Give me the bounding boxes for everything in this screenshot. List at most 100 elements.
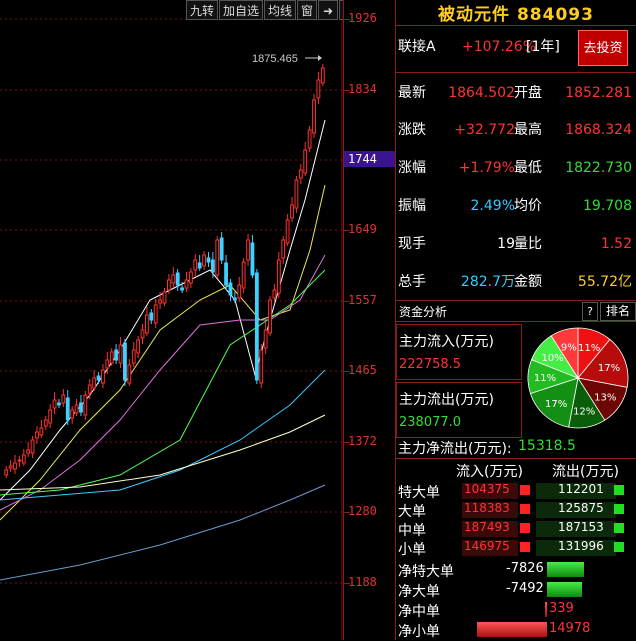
main-inflow-value: 222758.5 <box>399 357 462 372</box>
candle <box>224 262 228 286</box>
net-flow-bar <box>547 562 584 577</box>
candle <box>26 449 31 454</box>
toolbar-collapse-icon[interactable]: ➜ <box>318 0 339 20</box>
main-outflow-label: 主力流出(万元) <box>399 392 494 408</box>
rank-button[interactable]: 排名 <box>600 302 636 321</box>
net-flow-value: -7492 <box>506 581 544 596</box>
candle <box>109 351 114 364</box>
flow-out-marker <box>614 504 624 514</box>
flow-type: 小单 <box>398 542 426 558</box>
candle <box>259 349 264 384</box>
net-flow-bar <box>545 602 547 617</box>
flow-out-header: 流出(万元) <box>552 464 619 480</box>
quote-value: +32.772 <box>454 122 515 138</box>
candle <box>316 79 321 99</box>
flow-out-marker <box>614 523 624 533</box>
candle <box>254 272 259 381</box>
invest-button[interactable]: 去投资 <box>578 30 628 66</box>
candle <box>101 369 105 384</box>
candle <box>35 431 39 439</box>
pie-slice-label: 13% <box>594 393 616 404</box>
axis-label: 1372 <box>348 434 377 448</box>
ma-line <box>0 484 326 581</box>
candle <box>65 397 70 421</box>
index-title: 被动元件 884093 <box>438 5 594 25</box>
main-outflow-box: 主力流出(万元) 238077.0 <box>396 382 522 438</box>
flow-in-value: 104375 <box>464 482 510 496</box>
flow-in-value: 118383 <box>464 501 510 515</box>
quote-value: 19 <box>497 236 515 252</box>
net-flow-value: 339 <box>549 601 574 616</box>
candle <box>294 179 299 209</box>
candle <box>320 67 325 84</box>
candle <box>158 299 163 304</box>
quote-value: 1864.502 <box>448 85 515 101</box>
pie-slice-label: 17% <box>598 363 620 374</box>
net-flow-row: 净特大单 -7826 <box>396 560 636 580</box>
candle <box>281 239 286 259</box>
flow-out-value: 125875 <box>558 501 604 515</box>
flow-type: 中单 <box>398 523 426 539</box>
candle <box>70 409 75 419</box>
toolbar-window-button[interactable]: 窗 <box>297 0 318 20</box>
ma-line <box>0 369 326 501</box>
ma-line <box>0 119 326 501</box>
net-flow-type: 净中单 <box>398 604 440 620</box>
quote-key: 量比 <box>514 236 542 252</box>
candle <box>276 259 281 294</box>
kline-chart[interactable]: 1875.465 <box>0 0 343 640</box>
axis-label: 1834 <box>348 82 377 96</box>
candle <box>228 282 233 296</box>
candle <box>272 289 277 299</box>
candle <box>127 364 132 384</box>
quote-value: 1868.324 <box>565 122 632 138</box>
candle <box>21 454 26 464</box>
candle <box>232 297 237 301</box>
peak-price-label: 1875.465 <box>252 53 298 65</box>
main-inflow-label: 主力流入(万元) <box>399 334 494 350</box>
candle <box>162 291 167 304</box>
flow-table-header: 流入(万元) 流出(万元) <box>396 460 636 480</box>
net-flow-value: 14978 <box>549 621 591 636</box>
flow-row: 小单 146975 131996 <box>396 539 636 558</box>
quote-value: 19.708 <box>583 198 632 214</box>
candle <box>48 409 53 424</box>
net-flow-type: 净特大单 <box>398 564 454 580</box>
flow-in-value: 187493 <box>464 520 510 534</box>
candle <box>83 394 88 416</box>
candle <box>206 257 211 263</box>
toolbar-jiuzhuan-button[interactable]: 九转 <box>186 0 219 20</box>
candle <box>8 465 13 469</box>
candle <box>4 469 9 476</box>
toolbar-add-watchlist-button[interactable]: 加自选 <box>219 0 264 20</box>
axis-label: 1188 <box>348 575 377 589</box>
flow-out-marker <box>614 485 624 495</box>
toolbar-ma-button[interactable]: 均线 <box>264 0 297 20</box>
flow-out-value: 131996 <box>558 539 604 553</box>
quote-key: 开盘 <box>514 85 542 101</box>
help-icon[interactable]: ? <box>582 302 598 321</box>
flow-in-marker <box>520 523 530 533</box>
candle <box>188 271 193 284</box>
flow-out-value: 112201 <box>558 482 604 496</box>
candle <box>17 459 22 462</box>
quote-key: 最新 <box>398 85 426 101</box>
quote-value: 2.49% <box>470 198 515 214</box>
net-flow-row: 净中单 339 <box>396 600 636 620</box>
fund-analysis-title: 资金分析 <box>399 305 448 319</box>
candle <box>215 239 220 276</box>
link-label: 联接A <box>398 39 436 55</box>
quote-row: 现手 19 量比 1.52 <box>396 225 636 263</box>
flow-out-value: 187153 <box>558 520 604 534</box>
chart-grid <box>0 0 343 640</box>
candle <box>184 279 189 289</box>
candle <box>180 287 184 291</box>
moving-average-lines <box>0 119 326 581</box>
candle <box>131 349 136 364</box>
axis-label: 1465 <box>348 363 377 377</box>
net-flow-value: -7826 <box>506 561 544 576</box>
quote-panel: 被动元件 884093 联接A +107.26% [1年] 去投资 最新 1864… <box>395 0 636 640</box>
main-net-outflow-row: 主力净流出(万元): 15318.5 <box>396 437 636 457</box>
ma-line <box>0 414 326 491</box>
axis-label: 1926 <box>348 11 377 25</box>
